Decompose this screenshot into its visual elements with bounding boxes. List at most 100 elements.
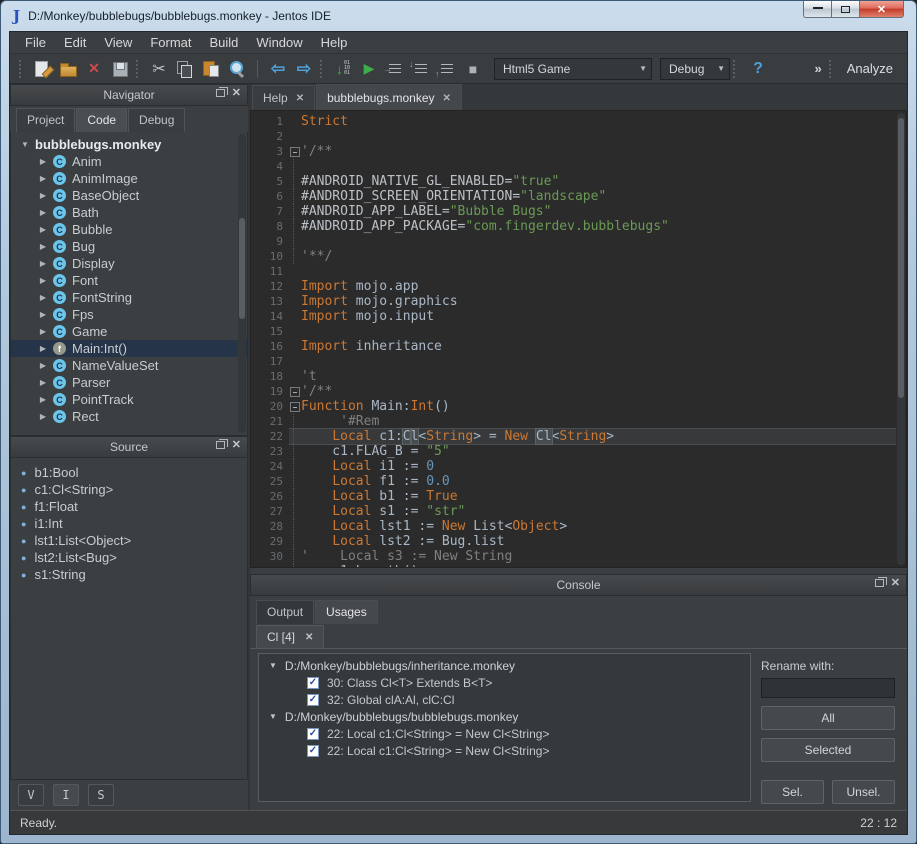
usage-entry[interactable]: ✓32: Global clA:Al, clC:Cl [259,691,750,708]
chevron-collapsed-icon[interactable]: ▶ [37,327,49,336]
close-panel-icon[interactable]: ✕ [232,441,241,449]
tree-item-display[interactable]: ▶CDisplay [11,255,247,272]
chevron-expanded-icon[interactable]: ▼ [269,661,277,670]
chevron-collapsed-icon[interactable]: ▶ [37,361,49,370]
float-panel-icon[interactable] [216,89,225,97]
open-folder-button[interactable] [55,57,81,81]
chevron-collapsed-icon[interactable]: ▶ [37,259,49,268]
tree-item-font[interactable]: ▶CFont [11,272,247,289]
chevron-collapsed-icon[interactable]: ▶ [37,157,49,166]
toolbar-handle[interactable] [136,60,139,78]
close-tab-icon[interactable]: ✕ [296,93,304,104]
chevron-collapsed-icon[interactable]: ▶ [37,174,49,183]
tree-item-game[interactable]: ▶CGame [11,323,247,340]
tree-item-bubble[interactable]: ▶CBubble [11,221,247,238]
tree-item-anim[interactable]: ▶CAnim [11,153,247,170]
source-item[interactable]: ●i1:Int [11,515,247,532]
back-button[interactable] [265,57,291,81]
float-panel-icon[interactable] [875,579,884,587]
chevron-collapsed-icon[interactable]: ▶ [37,395,49,404]
chevron-collapsed-icon[interactable]: ▶ [37,293,49,302]
close-tab-icon[interactable]: ✕ [305,632,313,643]
tree-item-namevalueset[interactable]: ▶CNameValueSet [11,357,247,374]
source-item[interactable]: ●s1:String [11,566,247,583]
console-tab-output[interactable]: Output [256,600,314,624]
tree-scrollbar-thumb[interactable] [239,218,245,320]
chevron-collapsed-icon[interactable]: ▶ [37,310,49,319]
rename-selected-button[interactable]: Selected [761,738,895,762]
unselect-all-button[interactable]: Unsel. [832,780,895,804]
editor-tab-help[interactable]: Help✕ [252,85,315,110]
tab-debug[interactable]: Debug [128,108,185,132]
tab-project[interactable]: Project [16,108,75,132]
chevron-collapsed-icon[interactable]: ▶ [37,191,49,200]
source-item[interactable]: ●lst1:List<Object> [11,532,247,549]
source-item[interactable]: ●lst2:List<Bug> [11,549,247,566]
checkbox-checked-icon[interactable]: ✓ [307,694,319,706]
close-tab-icon[interactable]: ✕ [443,93,451,104]
config-combobox[interactable]: Debug ▼ [660,58,730,80]
toolbar-overflow-icon[interactable]: » [815,61,822,76]
checkbox-checked-icon[interactable]: ✓ [307,745,319,757]
rename-input[interactable] [761,678,895,698]
tab-code[interactable]: Code [76,108,127,132]
menu-format[interactable]: Format [141,33,200,52]
checkbox-checked-icon[interactable]: ✓ [307,728,319,740]
tree-item-baseobject[interactable]: ▶CBaseObject [11,187,247,204]
close-button[interactable]: ✕ [859,1,904,18]
tree-root-item[interactable]: ▼bubblebugs.monkey [11,136,247,153]
source-item[interactable]: ●c1:Cl<String> [11,481,247,498]
chevron-expanded-icon[interactable]: ▼ [19,140,31,149]
filter-button-v[interactable]: V [18,784,44,806]
fold-collapse-icon[interactable] [289,144,301,159]
chevron-collapsed-icon[interactable]: ▶ [37,242,49,251]
tree-item-bath[interactable]: ▶CBath [11,204,247,221]
forward-button[interactable] [291,57,317,81]
editor-scrollbar[interactable] [897,113,905,565]
chevron-collapsed-icon[interactable]: ▶ [37,225,49,234]
menu-edit[interactable]: Edit [55,33,95,52]
titlebar[interactable]: J D:/Monkey/bubblebugs/bubblebugs.monkey… [1,1,916,31]
source-item[interactable]: ●f1:Float [11,498,247,515]
filter-button-i[interactable]: I [53,784,79,806]
editor-tab-bubblebugs-monkey[interactable]: bubblebugs.monkey✕ [316,84,462,110]
tree-item-rect[interactable]: ▶CRect [11,408,247,425]
menu-file[interactable]: File [16,33,55,52]
close-file-button[interactable] [81,57,107,81]
tree-item-bug[interactable]: ▶CBug [11,238,247,255]
filter-button-s[interactable]: S [88,784,114,806]
chevron-collapsed-icon[interactable]: ▶ [37,344,49,353]
usage-entry[interactable]: ✓22: Local c1:Cl<String> = New Cl<String… [259,742,750,759]
chevron-expanded-icon[interactable]: ▼ [269,712,277,721]
menu-window[interactable]: Window [247,33,311,52]
menu-build[interactable]: Build [200,33,247,52]
menu-help[interactable]: Help [312,33,357,52]
cut-button[interactable] [146,57,172,81]
toolbar-handle[interactable] [19,60,22,78]
chevron-collapsed-icon[interactable]: ▶ [37,412,49,421]
code-editor[interactable]: 1Strict23'/**45#ANDROID_NATIVE_GL_ENABLE… [250,110,907,568]
step-over-button[interactable] [382,57,408,81]
editor-scrollbar-thumb[interactable] [898,118,904,398]
select-all-button[interactable]: Sel. [761,780,824,804]
close-panel-icon[interactable]: ✕ [232,89,241,97]
usage-entry[interactable]: ✓22: Local c1:Cl<String> = New Cl<String… [259,725,750,742]
tree-scrollbar[interactable] [238,134,246,433]
console-tab-usages[interactable]: Usages [315,600,378,624]
tree-item-parser[interactable]: ▶CParser [11,374,247,391]
save-file-button[interactable] [107,57,133,81]
close-panel-icon[interactable]: ✕ [891,579,900,587]
tree-item-animimage[interactable]: ▶CAnimImage [11,170,247,187]
chevron-collapsed-icon[interactable]: ▶ [37,208,49,217]
step-out-button[interactable] [434,57,460,81]
usage-result-tab[interactable]: Cl [4] ✕ [256,625,324,648]
minimize-button[interactable] [803,1,832,18]
tree-item-fontstring[interactable]: ▶CFontString [11,289,247,306]
toolbar-handle[interactable] [733,60,736,78]
stop-button[interactable] [460,57,486,81]
chevron-collapsed-icon[interactable]: ▶ [37,378,49,387]
find-button[interactable] [224,57,250,81]
tree-item-main-int-[interactable]: ▶fMain:Int() [11,340,247,357]
step-into-button[interactable] [408,57,434,81]
build-button[interactable] [330,57,356,81]
